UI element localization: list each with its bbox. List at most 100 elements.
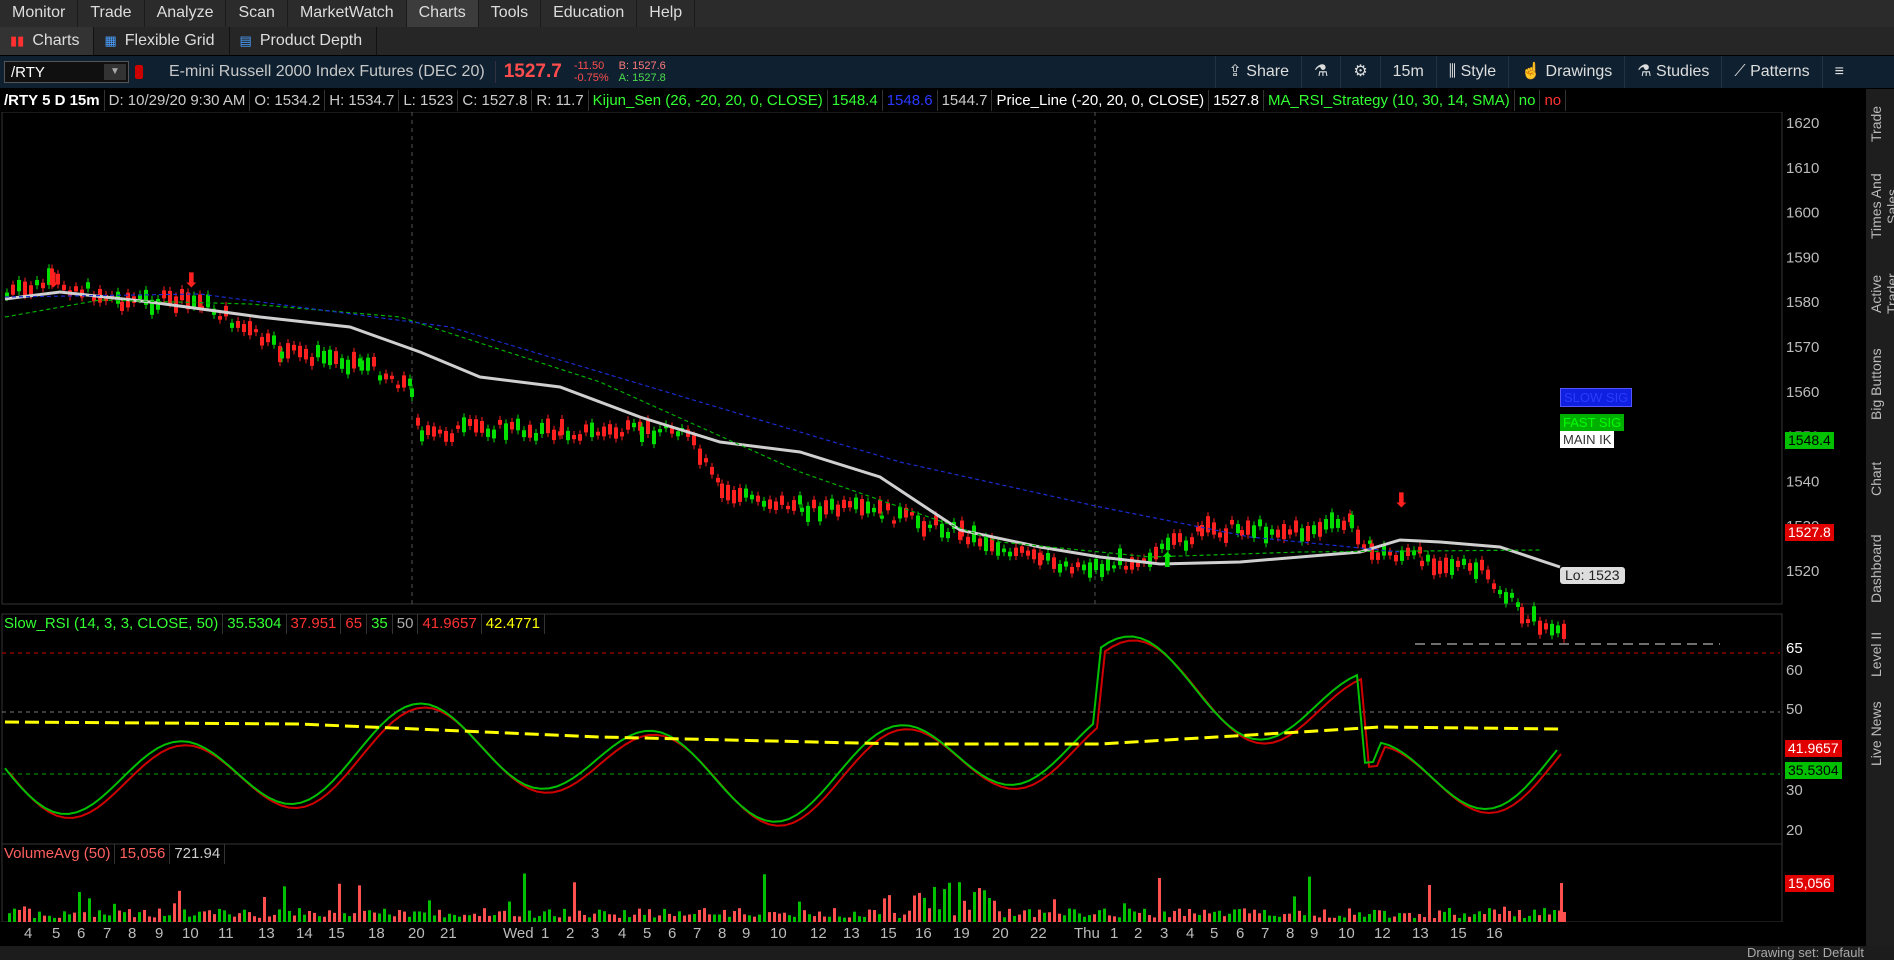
- volume-bar: [223, 910, 226, 922]
- price-tick: 1600: [1786, 205, 1819, 222]
- menu-marketwatch[interactable]: MarketWatch: [288, 0, 407, 27]
- candle-body: [1510, 592, 1514, 598]
- candle-body: [372, 356, 376, 367]
- slow-signal-tag: SLOW SIG: [1560, 388, 1633, 407]
- timeframe-button[interactable]: 15m: [1379, 56, 1436, 88]
- volume-bar: [433, 915, 436, 922]
- candle-body: [322, 350, 326, 364]
- side-tab-trade[interactable]: Trade: [1868, 89, 1892, 159]
- patterns-button[interactable]: ⟋ Patterns: [1721, 56, 1821, 88]
- tab-product-depth[interactable]: ▤ Product Depth: [230, 27, 378, 55]
- menu-analyze[interactable]: Analyze: [145, 0, 227, 27]
- studies-button[interactable]: ⚗ Studies: [1624, 56, 1721, 88]
- side-tab-level-ii[interactable]: Level II: [1868, 614, 1892, 694]
- volume-bar: [73, 912, 76, 922]
- volume-bar: [708, 914, 711, 922]
- menu-trade[interactable]: Trade: [78, 0, 145, 27]
- side-tab-chart[interactable]: Chart: [1868, 434, 1892, 524]
- candle-body: [1444, 557, 1448, 574]
- volume-bar: [1323, 909, 1326, 922]
- volume-bar: [1473, 914, 1476, 922]
- menu-monitor[interactable]: Monitor: [0, 0, 79, 27]
- candle-body: [1088, 562, 1092, 578]
- candle-body: [1312, 525, 1316, 535]
- candle-body: [774, 501, 778, 511]
- menu-scan[interactable]: Scan: [226, 0, 288, 27]
- candle-body: [402, 375, 406, 388]
- candle-body: [750, 494, 754, 500]
- menu-charts[interactable]: Charts: [406, 0, 479, 27]
- menu-education[interactable]: Education: [541, 0, 638, 27]
- chevron-down-icon[interactable]: ▼: [104, 64, 126, 80]
- volume-bar: [1233, 909, 1236, 922]
- candle-body: [928, 524, 932, 528]
- candle-body: [768, 499, 772, 509]
- side-tab-times-and-sales[interactable]: Times And Sales: [1868, 164, 1894, 249]
- volume-bar: [338, 883, 341, 922]
- menu-help[interactable]: Help: [637, 0, 696, 27]
- flask-button[interactable]: ⚗: [1300, 56, 1340, 88]
- symbol-text: /RTY: [11, 64, 45, 81]
- candle-body: [260, 336, 264, 346]
- rsi-v6: 41.9657: [418, 614, 482, 634]
- candle-body: [498, 419, 502, 425]
- rsi-red-tag: 41.9657: [1785, 740, 1842, 757]
- settings-button[interactable]: ⚙: [1340, 56, 1379, 88]
- time-tick: 4: [618, 925, 627, 942]
- candle-body: [334, 351, 338, 364]
- drawings-button[interactable]: ☝ Drawings: [1508, 56, 1624, 88]
- volume-bar: [623, 910, 626, 922]
- menu-tools[interactable]: Tools: [479, 0, 542, 27]
- volume-bar: [633, 914, 636, 922]
- side-tab-live-news[interactable]: Live News: [1868, 699, 1892, 769]
- volume-bar: [1483, 914, 1486, 922]
- candle-body: [1246, 520, 1250, 535]
- volume-bar: [333, 912, 336, 922]
- volume-bar: [563, 908, 566, 922]
- time-tick: 10: [770, 925, 787, 942]
- volume-bar: [213, 914, 216, 922]
- side-tab-big-buttons[interactable]: Big Buttons: [1868, 339, 1892, 429]
- price-chart[interactable]: 1620161016001590158015701560155015401530…: [0, 112, 1866, 922]
- volume-bar: [83, 912, 86, 922]
- tab-flexible-grid[interactable]: ▦ Flexible Grid: [94, 27, 230, 55]
- candle-body: [1252, 525, 1256, 539]
- volume-bar: [23, 906, 26, 922]
- time-tick: 9: [1310, 925, 1319, 942]
- bottom-scrollbar[interactable]: Drawing set: Default: [0, 946, 1894, 960]
- candle-body: [1026, 550, 1030, 556]
- candle-body: [298, 345, 302, 358]
- volume-bar: [193, 915, 196, 922]
- volume-bar: [1103, 908, 1106, 922]
- tab-label: Product Depth: [259, 32, 363, 49]
- candle-body: [1556, 625, 1560, 634]
- time-tick: 21: [440, 925, 457, 942]
- volume-bar: [688, 914, 691, 922]
- candle-body: [1498, 589, 1502, 595]
- candle-body: [720, 483, 724, 498]
- change-pct: -0.75%: [573, 72, 609, 84]
- share-button[interactable]: ⇪ Share: [1215, 56, 1301, 88]
- candle-body: [756, 495, 760, 502]
- volume-bar: [758, 914, 761, 922]
- volume-bar: [18, 909, 21, 922]
- flask-icon: ⚗: [1637, 63, 1657, 80]
- side-tab-active-trader[interactable]: Active Trader: [1868, 254, 1894, 334]
- side-tab-dashboard[interactable]: Dashboard: [1868, 529, 1892, 609]
- menu-button[interactable]: ≡: [1821, 56, 1856, 88]
- volume-bar: [948, 882, 951, 922]
- candle-body: [456, 425, 460, 429]
- candle-body: [1550, 623, 1554, 636]
- style-button[interactable]: ⫼ Style: [1435, 56, 1508, 88]
- tab-charts[interactable]: ▮▮ Charts: [0, 27, 95, 55]
- candle-body: [522, 430, 526, 438]
- candle-body: [626, 420, 630, 430]
- volume-bar: [543, 911, 546, 922]
- symbol-input[interactable]: /RTY ▼: [4, 61, 129, 83]
- symbol-red-icon[interactable]: [135, 65, 143, 79]
- time-tick: 5: [1210, 925, 1219, 942]
- volume-bar: [1228, 913, 1231, 922]
- candle-body: [416, 417, 420, 426]
- time-tick: 15: [880, 925, 897, 942]
- candle-body: [892, 520, 896, 524]
